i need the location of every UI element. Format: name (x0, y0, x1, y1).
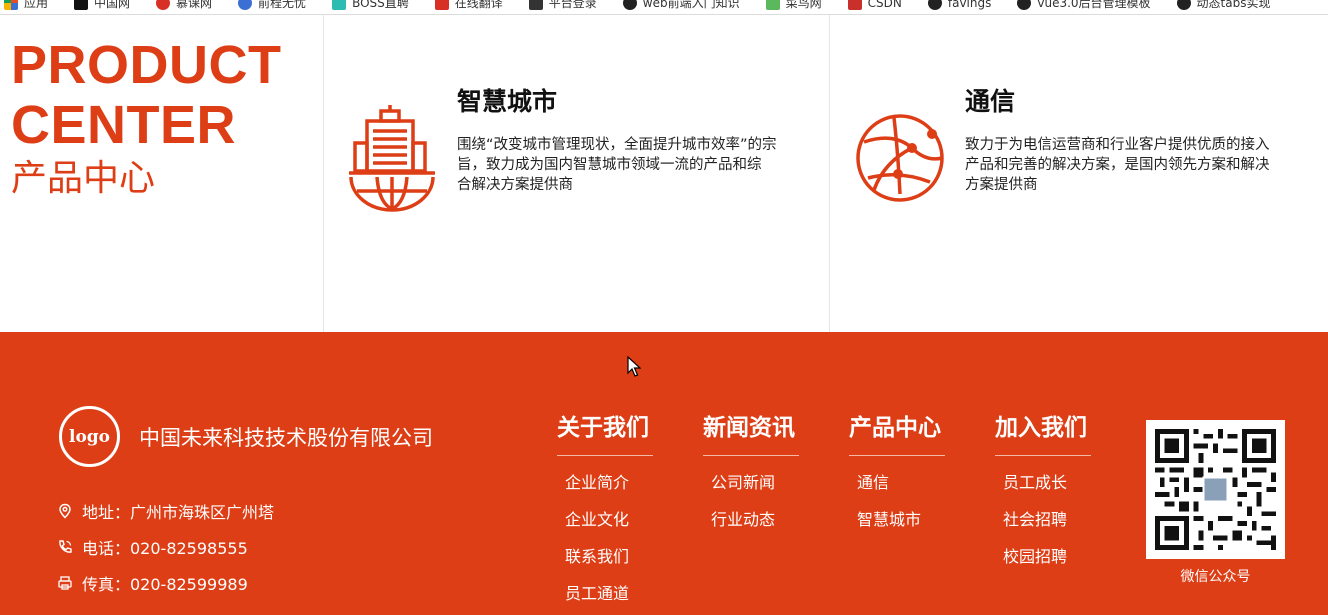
fax-icon (58, 576, 72, 590)
bookmark-item[interactable]: 中国网 (74, 0, 130, 11)
card-description: 致力于为电信运营商和行业客户提供优质的接入 产品和完善的解决方案，是国内领先方案… (965, 137, 1270, 193)
network-globe-icon (856, 114, 944, 202)
footer-link[interactable]: 企业简介 (557, 472, 653, 493)
footer-link[interactable]: 通信 (849, 472, 945, 493)
wechat-qr-code (1146, 420, 1285, 559)
bookmark-item[interactable]: 慕课网 (156, 0, 212, 11)
column-title: 关于我们 (557, 408, 653, 456)
bookmark-item[interactable]: 在线翻译 (434, 0, 503, 11)
city-building-icon (349, 105, 435, 212)
footer-column-products: 产品中心 通信 智慧城市 (849, 408, 945, 530)
card-title: 通信 (965, 87, 1016, 116)
github-icon (927, 0, 942, 10)
bookmark-item[interactable]: BOSS直聘 (332, 0, 409, 11)
footer-column-news: 新闻资讯 公司新闻 行业动态 (703, 408, 799, 530)
footer-link[interactable]: 校园招聘 (995, 546, 1091, 567)
column-title: 产品中心 (849, 408, 945, 456)
product-center-section: PRODUCT CENTER 产品中心 智慧城市 围绕“改变城市管理现状，全面提… (0, 15, 1328, 332)
bookmark-item[interactable]: 动态tabs实现 (1176, 0, 1270, 11)
section-divider (829, 15, 830, 332)
footer-link[interactable]: 社会招聘 (995, 509, 1091, 530)
bookmark-item[interactable]: 前程无忧 (238, 0, 306, 11)
card-title: 智慧城市 (457, 87, 558, 116)
card-description: 围绕“改变城市管理现状，全面提升城市效率”的宗 旨，致力成为国内智慧城市领域一流… (457, 137, 777, 193)
footer-link[interactable]: 智慧城市 (849, 509, 945, 530)
phone-icon (59, 540, 72, 553)
location-pin-icon (59, 503, 71, 519)
column-title: 加入我们 (995, 408, 1091, 456)
site-favicon-icon (74, 0, 89, 10)
bookmark-apps[interactable]: 应用 (4, 0, 48, 11)
bookmark-item[interactable]: 菜鸟网 (765, 0, 822, 11)
apps-grid-icon (4, 0, 18, 10)
footer-link[interactable]: 行业动态 (703, 509, 799, 530)
site-favicon-icon (847, 0, 862, 10)
bookmark-item[interactable]: vue3.0后台管理模板 (1017, 0, 1151, 11)
site-favicon-icon (434, 0, 449, 10)
section-divider (323, 15, 324, 332)
bookmark-item[interactable]: CSDN (847, 0, 902, 10)
github-icon (1017, 0, 1032, 10)
site-favicon-icon (528, 0, 543, 10)
bookmark-item[interactable]: 平台登录 (528, 0, 597, 11)
footer-link[interactable]: 员工成长 (995, 472, 1091, 493)
bookmarks-bar: 应用 中国网 慕课网 前程无忧 BOSS直聘 在线翻译 平台登录 web前端入门… (0, 0, 1328, 15)
qr-code-image (1155, 429, 1276, 550)
contact-address: 地址：广州市海珠区广州塔 (57, 499, 274, 523)
column-title: 新闻资讯 (703, 408, 799, 456)
contact-phone: 电话：020-82598555 (57, 535, 248, 559)
contact-fax: 传真：020-82599989 (57, 571, 248, 595)
footer-column-join: 加入我们 员工成长 社会招聘 校园招聘 (995, 408, 1091, 567)
bookmark-item[interactable]: web前端入门知识 (622, 0, 740, 11)
site-favicon-icon (238, 0, 253, 10)
mouse-cursor-icon (627, 356, 641, 377)
title-en-line2: CENTER (11, 95, 237, 155)
github-icon (622, 0, 637, 10)
footer-column-about: 关于我们 企业简介 企业文化 联系我们 员工通道 (557, 408, 653, 604)
title-cn: 产品中心 (11, 158, 156, 199)
footer-link[interactable]: 公司新闻 (703, 472, 799, 493)
company-name: 中国未来科技技术股份有限公司 (139, 426, 433, 450)
site-favicon-icon (156, 0, 171, 10)
title-en-line1: PRODUCT (11, 35, 282, 95)
site-favicon-icon (332, 0, 347, 10)
site-favicon-icon (765, 0, 780, 10)
github-icon (1176, 0, 1191, 10)
footer-link[interactable]: 联系我们 (557, 546, 653, 567)
bookmark-item[interactable]: favings (927, 0, 991, 10)
company-logo[interactable]: logo (59, 406, 120, 467)
footer-link[interactable]: 企业文化 (557, 509, 653, 530)
product-center-heading: PRODUCT CENTER 产品中心 (11, 35, 282, 203)
footer-link[interactable]: 员工通道 (557, 583, 653, 604)
qr-label: 微信公众号 (1180, 569, 1251, 585)
site-footer: logo 中国未来科技技术股份有限公司 地址：广州市海珠区广州塔 电话：020-… (0, 332, 1328, 615)
